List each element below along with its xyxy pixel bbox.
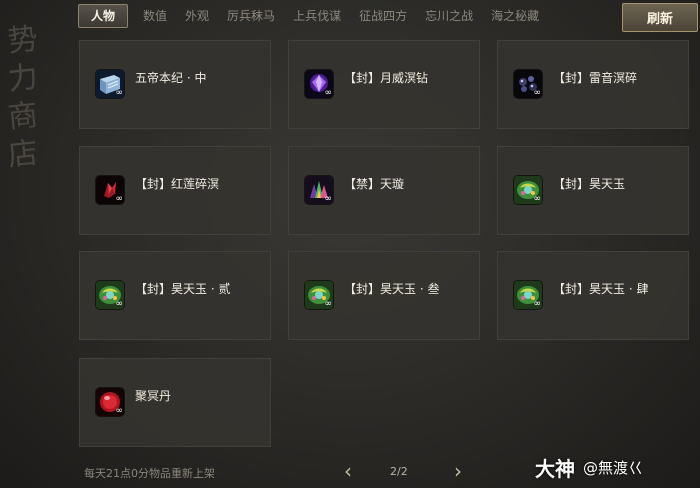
unlimited-badge: ∞ bbox=[115, 194, 124, 204]
shop-item-card[interactable]: ∞ 【封】昊天玉 · 贰 bbox=[79, 251, 271, 340]
book-icon: ∞ bbox=[96, 70, 124, 98]
unlimited-badge: ∞ bbox=[533, 299, 542, 309]
page-indicator: 2/2 bbox=[390, 465, 408, 478]
red-shard-icon: ∞ bbox=[96, 176, 124, 204]
unlimited-badge: ∞ bbox=[115, 299, 124, 309]
unlimited-badge: ∞ bbox=[533, 88, 542, 98]
unlimited-badge: ∞ bbox=[324, 88, 333, 98]
watermark-handle: @無渡巜 bbox=[583, 458, 644, 477]
dark-shards-icon: ∞ bbox=[514, 70, 542, 98]
side-title-char: 商 bbox=[6, 97, 42, 136]
shop-side-title: 势 力 商 店 bbox=[4, 21, 44, 174]
crystal-cluster-icon: ∞ bbox=[305, 176, 333, 204]
red-pill-icon: ∞ bbox=[96, 388, 124, 416]
item-name: 五帝本纪 · 中 bbox=[135, 71, 207, 85]
tab-appearance[interactable]: 外观 bbox=[176, 5, 218, 27]
shop-item-card[interactable]: ∞ 【封】雷音溟碎 bbox=[497, 40, 689, 129]
side-title-char: 势 bbox=[6, 21, 42, 60]
watermark-brand: 大神 bbox=[535, 456, 575, 481]
item-name: 【封】昊天玉 · 肆 bbox=[553, 282, 649, 296]
jade-icon: ∞ bbox=[514, 281, 542, 309]
jade-icon: ∞ bbox=[305, 281, 333, 309]
shop-item-card[interactable]: ∞ 【禁】天璇 bbox=[288, 146, 480, 235]
item-name: 【封】昊天玉 · 贰 bbox=[135, 282, 231, 296]
unlimited-badge: ∞ bbox=[324, 299, 333, 309]
jade-icon: ∞ bbox=[514, 176, 542, 204]
item-name: 【封】月威溟钻 bbox=[344, 71, 429, 85]
unlimited-badge: ∞ bbox=[115, 406, 124, 416]
side-title-char: 店 bbox=[6, 135, 42, 174]
shop-item-card[interactable]: ∞ 聚冥丹 bbox=[79, 358, 271, 447]
tab-wangchuan-zhizhan[interactable]: 忘川之战 bbox=[416, 5, 482, 27]
shop-item-card[interactable]: ∞ 【封】昊天玉 · 叁 bbox=[288, 251, 480, 340]
item-name: 【封】昊天玉 · 叁 bbox=[344, 282, 440, 296]
tab-stats[interactable]: 数值 bbox=[134, 5, 176, 27]
unlimited-badge: ∞ bbox=[324, 194, 333, 204]
item-name: 【封】红莲碎溟 bbox=[135, 177, 220, 191]
purple-gem-icon: ∞ bbox=[305, 70, 333, 98]
tab-haizhi-micang[interactable]: 海之秘藏 bbox=[482, 5, 548, 27]
tab-libing-moma[interactable]: 厉兵秣马 bbox=[218, 5, 284, 27]
shop-item-card[interactable]: ∞ 五帝本纪 · 中 bbox=[79, 40, 271, 129]
pagination: ‹ 2/2 › bbox=[338, 460, 470, 484]
unlimited-badge: ∞ bbox=[115, 88, 124, 98]
tab-zhengzhan-sifang[interactable]: 征战四方 bbox=[350, 5, 416, 27]
item-name: 聚冥丹 bbox=[135, 389, 172, 403]
category-tabs: 人物 数值 外观 厉兵秣马 上兵伐谋 征战四方 忘川之战 海之秘藏 bbox=[78, 4, 610, 28]
item-name: 【封】雷音溟碎 bbox=[553, 71, 638, 85]
shop-item-card[interactable]: ∞ 【封】昊天玉 bbox=[497, 146, 689, 235]
shop-item-card[interactable]: ∞ 【封】红莲碎溟 bbox=[79, 146, 271, 235]
restock-note: 每天21点0分物品重新上架 bbox=[84, 467, 215, 480]
shop-item-grid: ∞ 五帝本纪 · 中 ∞ 【封】月威溟钻 ∞ 【封】雷音溟碎 ∞ 【封】红莲碎溟… bbox=[79, 40, 691, 448]
unlimited-badge: ∞ bbox=[533, 194, 542, 204]
next-page-button[interactable]: › bbox=[448, 460, 468, 484]
jade-icon: ∞ bbox=[96, 281, 124, 309]
prev-page-button[interactable]: ‹ bbox=[338, 460, 358, 484]
watermark: 大神 @無渡巜 bbox=[535, 452, 643, 482]
side-title-char: 力 bbox=[6, 59, 42, 98]
tab-characters[interactable]: 人物 bbox=[78, 4, 129, 28]
shop-item-card[interactable]: ∞ 【封】月威溟钻 bbox=[288, 40, 480, 129]
tab-shangbing-famou[interactable]: 上兵伐谋 bbox=[284, 5, 350, 27]
item-name: 【禁】天璇 bbox=[344, 177, 405, 191]
shop-item-card[interactable]: ∞ 【封】昊天玉 · 肆 bbox=[497, 251, 689, 340]
item-name: 【封】昊天玉 bbox=[553, 177, 626, 191]
refresh-button[interactable]: 刷新 bbox=[622, 3, 698, 32]
